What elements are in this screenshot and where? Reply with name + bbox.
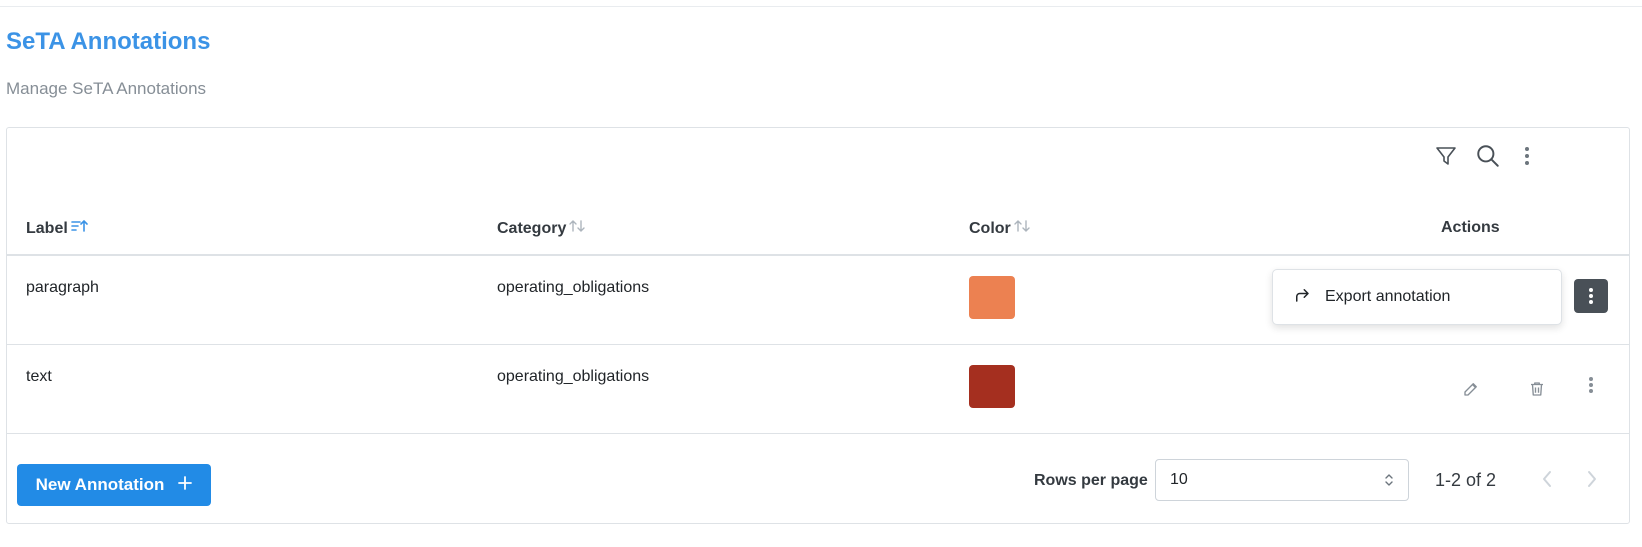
column-header-actions-text: Actions (1441, 219, 1500, 236)
page-report: 1-2 of 2 (1435, 470, 1497, 490)
sort-icon (1014, 219, 1030, 238)
edit-icon[interactable] (1457, 375, 1485, 403)
more-vertical-icon[interactable] (1513, 142, 1541, 170)
export-annotation-label: Export annotation (1325, 288, 1451, 305)
export-annotation-menu-item[interactable]: Export annotation (1272, 269, 1562, 325)
table-header: Label Category Color Actions (7, 200, 1629, 256)
annotations-table-card: Label Category Color Actions paragraph o… (6, 127, 1630, 524)
cell-category: operating_obligations (497, 368, 650, 385)
column-header-category-text: Category (497, 219, 567, 237)
color-swatch (969, 276, 1015, 319)
share-arrow-icon (1293, 286, 1311, 309)
page-subtitle: Manage SeTA Annotations (6, 79, 207, 98)
trash-icon[interactable] (1523, 375, 1551, 403)
top-divider (0, 6, 1642, 7)
cell-label: text (26, 368, 52, 385)
column-header-color[interactable]: Color (969, 219, 1030, 238)
row-more-button[interactable] (1574, 279, 1608, 313)
next-page-button[interactable] (1577, 464, 1607, 494)
select-arrows-icon (1384, 472, 1394, 493)
search-icon[interactable] (1474, 142, 1502, 170)
new-annotation-label: New Annotation (35, 475, 165, 494)
rows-per-page-select[interactable]: 10 (1155, 459, 1409, 501)
rows-per-page-label: Rows per page (1034, 472, 1148, 489)
column-header-label-text: Label (26, 219, 68, 237)
plus-icon (178, 475, 193, 495)
page-title: SeTA Annotations (6, 28, 211, 55)
previous-page-button[interactable] (1532, 464, 1562, 494)
filter-icon[interactable] (1432, 142, 1460, 170)
table-row: text operating_obligations (7, 346, 1629, 434)
column-header-color-text: Color (969, 219, 1011, 237)
column-header-actions: Actions (1441, 219, 1500, 237)
row-more-button[interactable] (1574, 368, 1608, 402)
sort-icon (569, 219, 586, 238)
cell-label: paragraph (26, 279, 99, 296)
column-header-category[interactable]: Category (497, 219, 586, 238)
sort-ascending-icon (70, 219, 89, 238)
new-annotation-button[interactable]: New Annotation (17, 464, 211, 506)
rows-per-page-value: 10 (1170, 471, 1188, 488)
color-swatch (969, 365, 1015, 408)
cell-category: operating_obligations (497, 279, 650, 296)
column-header-label[interactable]: Label (26, 219, 89, 238)
